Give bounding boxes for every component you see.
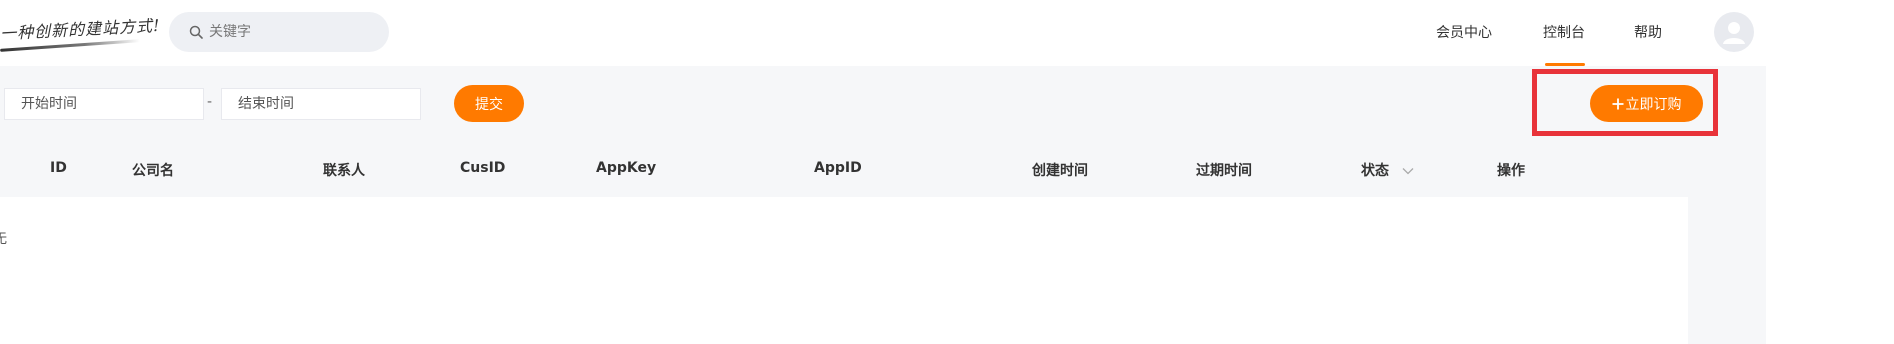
- search-icon: [189, 25, 203, 39]
- user-avatar[interactable]: [1714, 12, 1754, 52]
- date-range-separator: -: [207, 94, 213, 110]
- column-header-status[interactable]: 状态: [1361, 160, 1414, 180]
- column-header-created-time: 创建时间: [1032, 163, 1088, 179]
- highlight-annotation-box: [1532, 69, 1718, 136]
- column-header-actions: 操作: [1497, 163, 1525, 179]
- site-logo[interactable]: 一种创新的建站方式!: [0, 14, 161, 54]
- column-header-contact: 联系人: [323, 163, 365, 179]
- column-header-cusid: CusID: [460, 160, 506, 176]
- start-date-input[interactable]: [21, 96, 203, 112]
- nav-member-center[interactable]: 会员中心: [1436, 22, 1492, 42]
- submit-button[interactable]: 提交: [454, 85, 524, 122]
- end-date-field[interactable]: [221, 88, 421, 120]
- search-input[interactable]: [209, 24, 369, 40]
- column-header-company: 公司名: [132, 163, 174, 179]
- column-header-appid: AppID: [814, 160, 862, 176]
- start-date-field[interactable]: [4, 88, 204, 120]
- nav-console[interactable]: 控制台: [1543, 22, 1585, 42]
- column-header-appkey: AppKey: [596, 160, 657, 176]
- column-header-expire-time: 过期时间: [1196, 163, 1252, 179]
- end-date-input[interactable]: [238, 96, 420, 112]
- nav-help[interactable]: 帮助: [1634, 22, 1662, 42]
- chevron-down-icon[interactable]: [1402, 167, 1414, 175]
- search-bar[interactable]: [169, 12, 389, 52]
- column-header-id: ID: [50, 160, 67, 176]
- status-header-label: 状态: [1361, 163, 1389, 179]
- empty-table-text: 无: [0, 232, 8, 247]
- user-icon: [1723, 22, 1745, 44]
- top-header: 一种创新的建站方式! 会员中心 控制台 帮助: [0, 0, 1894, 66]
- table-body: [0, 197, 1688, 344]
